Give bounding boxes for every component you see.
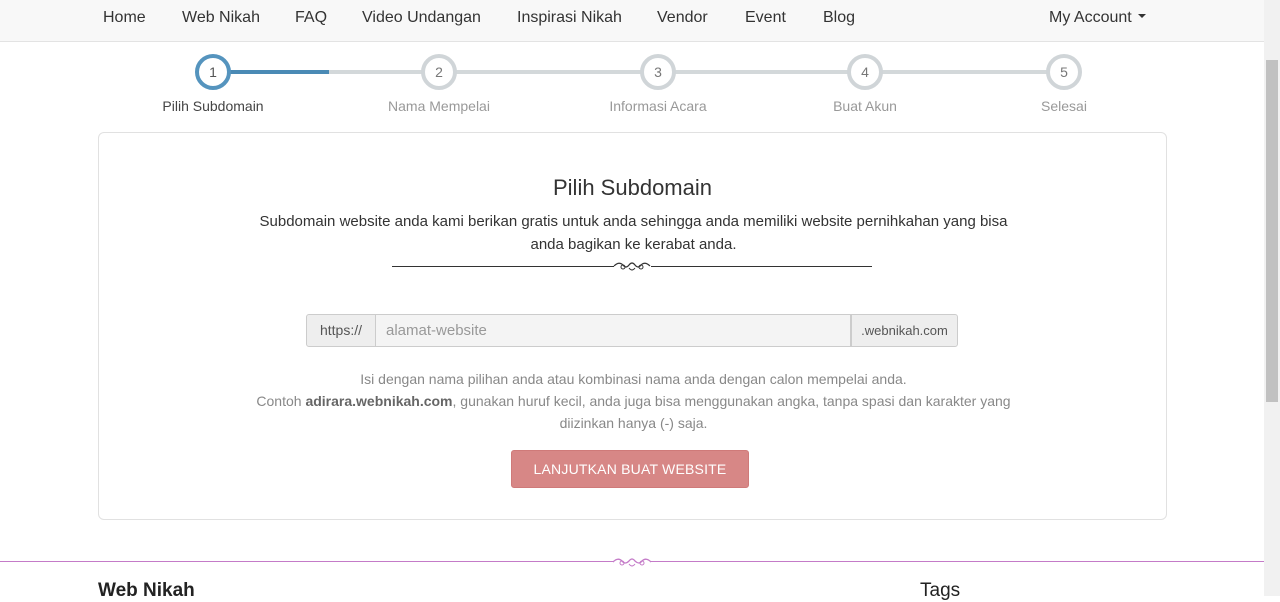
- nav-event[interactable]: Event: [745, 9, 786, 27]
- step-4-circle: 4: [847, 54, 883, 90]
- footer-divider-left: [0, 561, 614, 562]
- help-text-prefix: Contoh: [256, 393, 306, 409]
- help-text: Isi dengan nama pilihan anda atau kombin…: [249, 368, 1018, 434]
- account-menu-label: My Account: [1049, 9, 1132, 26]
- footer-flourish-icon: [612, 558, 652, 567]
- help-text-suffix: , gunakan huruf kecil, anda juga bisa me…: [452, 393, 1011, 431]
- nav-inspirasi-nikah[interactable]: Inspirasi Nikah: [517, 9, 622, 27]
- continue-build-website-button[interactable]: LANJUTKAN BUAT WEBSITE: [511, 450, 749, 488]
- nav-vendor[interactable]: Vendor: [657, 9, 708, 27]
- footer-divider-right: [650, 561, 1264, 562]
- step-4-label: Buat Akun: [833, 98, 897, 114]
- flourish-ornament-icon: [613, 262, 651, 271]
- divider-left: [392, 266, 614, 267]
- caret-down-icon: [1137, 13, 1146, 18]
- top-navbar: Home Web Nikah FAQ Video Undangan Inspir…: [0, 0, 1264, 42]
- url-prefix-addon: https://: [306, 314, 376, 347]
- step-1-circle: 1: [195, 54, 231, 90]
- help-example-domain: adirara.webnikah.com: [305, 393, 453, 409]
- nav-video-undangan[interactable]: Video Undangan: [362, 9, 481, 27]
- account-menu[interactable]: My Account: [1049, 9, 1146, 27]
- subdomain-input[interactable]: [375, 314, 851, 347]
- footer-heading-tags: Tags: [920, 580, 961, 601]
- step-2-label: Nama Mempelai: [388, 98, 490, 114]
- step-5-label: Selesai: [1041, 98, 1087, 114]
- step-3-circle: 3: [640, 54, 676, 90]
- stepper-track: [213, 70, 1064, 74]
- help-text-line1: Isi dengan nama pilihan anda atau kombin…: [360, 371, 907, 387]
- nav-faq[interactable]: FAQ: [295, 9, 327, 27]
- footer-heading-web-nikah: Web Nikah: [98, 580, 195, 601]
- subdomain-input-group: https:// .webnikah.com: [306, 314, 958, 347]
- card-description: Subdomain website anda kami berikan grat…: [259, 213, 1008, 253]
- divider-right: [651, 266, 872, 267]
- step-3-label: Informasi Acara: [609, 98, 707, 114]
- nav-web-nikah[interactable]: Web Nikah: [182, 9, 260, 27]
- domain-suffix-addon: .webnikah.com: [851, 314, 958, 347]
- card-title: Pilih Subdomain: [553, 175, 712, 200]
- nav-home[interactable]: Home: [103, 9, 146, 27]
- scrollbar-thumb[interactable]: [1266, 60, 1278, 402]
- subdomain-card: Pilih Subdomain Subdomain website anda k…: [98, 132, 1167, 520]
- nav-blog[interactable]: Blog: [823, 9, 855, 27]
- page-scrollbar[interactable]: [1264, 0, 1280, 596]
- step-1-label: Pilih Subdomain: [162, 98, 264, 114]
- step-2-circle: 2: [421, 54, 457, 90]
- step-5-circle: 5: [1046, 54, 1082, 90]
